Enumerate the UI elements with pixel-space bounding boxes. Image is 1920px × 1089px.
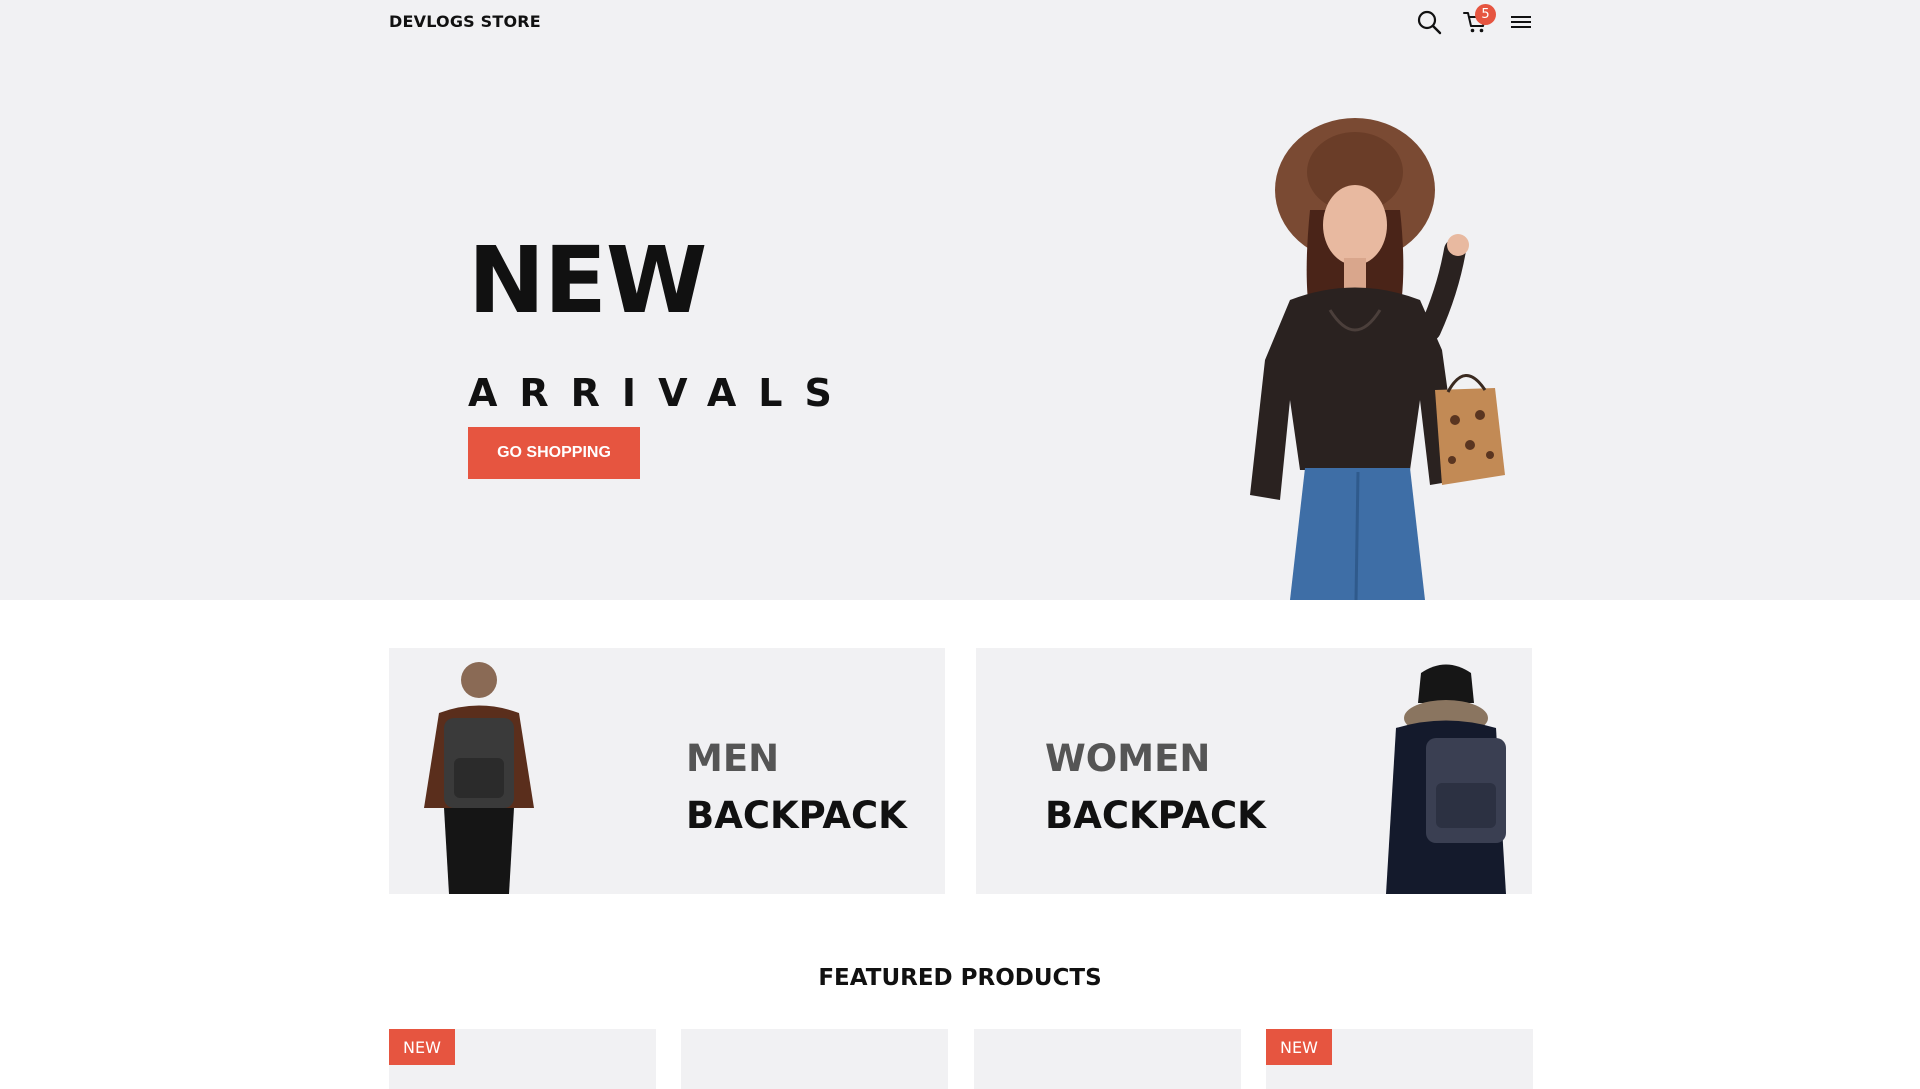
go-shopping-button[interactable]: GO SHOPPING [468,427,640,479]
product-grid: NEW NEW [389,1029,1533,1089]
women-category-title: WOMEN [1045,737,1211,780]
product-card[interactable] [681,1029,948,1089]
cart-button[interactable]: 5 [1460,4,1496,38]
hero-section: DEVLOGS STORE 5 NEW ARRIVALS GO SHOPPING [0,0,1920,600]
men-category-title: MEN [686,737,780,780]
search-button[interactable] [1414,6,1444,38]
featured-products-heading: FEATURED PRODUCTS [818,965,1102,991]
brand-logo[interactable]: DEVLOGS STORE [389,12,541,31]
hero-title: NEW [468,227,707,334]
hero-subtitle: ARRIVALS [468,371,854,415]
women-backpack-image [1386,664,1506,894]
men-backpack-banner[interactable]: MEN BACKPACK [389,648,945,894]
women-category-subtitle: BACKPACK [1045,794,1266,837]
product-card[interactable]: NEW [1266,1029,1533,1089]
men-category-subtitle: BACKPACK [686,794,907,837]
product-card[interactable] [974,1029,1241,1089]
new-badge: NEW [1266,1029,1332,1065]
hero-model-image [1250,118,1505,600]
product-card[interactable]: NEW [389,1029,656,1089]
new-badge: NEW [389,1029,455,1065]
women-backpack-banner[interactable]: WOMEN BACKPACK [976,648,1532,894]
search-icon [1417,10,1442,35]
men-backpack-image [424,662,534,894]
menu-icon [1511,16,1531,28]
cart-count-badge: 5 [1475,4,1496,25]
header-icons: 5 [1414,4,1536,38]
menu-button[interactable] [1506,6,1536,38]
